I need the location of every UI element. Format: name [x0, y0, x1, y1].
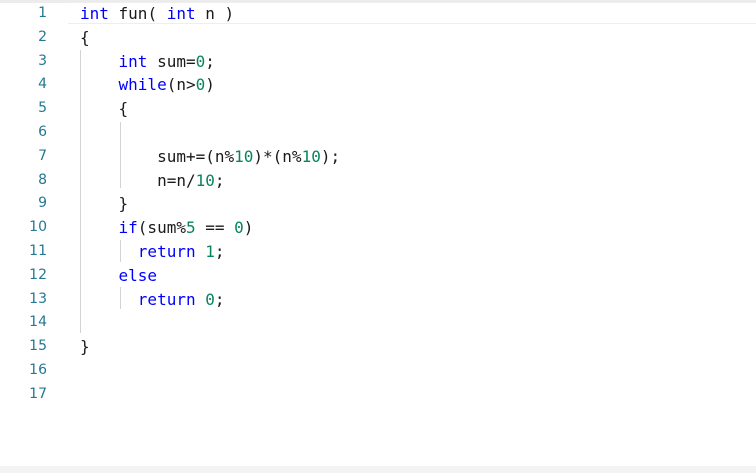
code-line[interactable]: int sum=0; — [80, 50, 340, 74]
code-token: } — [80, 194, 129, 214]
line-number: 17 — [29, 385, 47, 402]
keyword-token: int — [80, 4, 109, 23]
code-line[interactable]: return 0; — [80, 288, 340, 312]
code-line[interactable]: if(sum%5 == 0) — [80, 216, 340, 240]
code-line[interactable]: } — [80, 335, 340, 359]
code-token: n ) — [195, 4, 235, 23]
code-token: ); — [320, 146, 341, 166]
code-token: fun( — [108, 4, 167, 23]
code-token: { — [80, 27, 90, 47]
code-line[interactable]: return 1; — [80, 240, 340, 264]
line-number-gutter: 1 2 3 4 5 6 7 8 9 10 11 12 13 14 15 16 17 — [0, 2, 60, 407]
code-line[interactable] — [80, 121, 340, 145]
line-number: 6 — [38, 123, 47, 140]
number-token: 0 — [195, 51, 206, 71]
number-token: 0 — [195, 75, 206, 95]
line-number: 7 — [38, 147, 47, 164]
code-editor-text-area[interactable]: int fun( int n ){ int sum=0; while(n>0) … — [80, 2, 340, 407]
editor-bottom-border — [0, 466, 756, 473]
line-number: 8 — [38, 171, 47, 188]
code-token: ) — [243, 218, 254, 238]
keyword-token: return — [137, 241, 196, 261]
number-token: 10 — [195, 170, 215, 190]
code-token: (sum% — [137, 218, 186, 238]
code-token: { — [80, 99, 129, 119]
code-token: } — [80, 337, 90, 357]
code-token: sum= — [147, 51, 196, 71]
line-number: 10 — [29, 219, 47, 236]
code-line[interactable] — [80, 311, 340, 335]
code-line[interactable]: n=n/10; — [80, 169, 340, 193]
keyword-token: if — [118, 218, 138, 238]
keyword-token: return — [137, 289, 196, 309]
number-token: 10 — [234, 146, 254, 166]
code-token: n=n/ — [80, 170, 196, 190]
line-number: 2 — [38, 28, 47, 45]
code-token: == — [195, 218, 235, 238]
code-line[interactable]: { — [80, 26, 340, 50]
line-number: 12 — [29, 266, 47, 283]
line-number: 13 — [29, 290, 47, 307]
code-token: ) — [205, 75, 215, 95]
line-number: 5 — [38, 100, 47, 117]
line-number: 9 — [38, 195, 47, 212]
line-number: 3 — [38, 52, 47, 69]
code-line[interactable]: while(n>0) — [80, 73, 340, 97]
number-token: 1 — [205, 241, 215, 261]
code-line[interactable]: int fun( int n ) — [80, 2, 340, 26]
line-number: 1 — [38, 5, 47, 21]
number-token: 0 — [205, 289, 215, 309]
line-number: 15 — [29, 338, 47, 355]
line-number: 16 — [29, 361, 47, 378]
code-line[interactable]: } — [80, 192, 340, 216]
code-token: ; — [205, 51, 215, 71]
number-token: 10 — [301, 146, 321, 166]
code-line[interactable] — [80, 359, 340, 383]
keyword-token: while — [118, 75, 167, 95]
code-line[interactable]: else — [80, 264, 340, 288]
line-number: 11 — [29, 242, 47, 259]
number-token: 5 — [185, 218, 196, 238]
number-token: 0 — [234, 218, 244, 238]
code-token: ; — [214, 241, 225, 261]
code-line[interactable]: { — [80, 97, 340, 121]
keyword-token: int — [118, 51, 148, 71]
line-number: 14 — [29, 314, 47, 331]
code-token: (n> — [166, 75, 196, 95]
code-token: )*(n% — [253, 146, 302, 166]
code-token: ; — [214, 289, 225, 309]
code-token: ; — [214, 170, 225, 190]
keyword-token: else — [118, 265, 158, 285]
code-token: sum+=(n% — [80, 146, 235, 166]
keyword-token: int — [166, 4, 196, 23]
line-number: 4 — [38, 76, 47, 93]
code-line[interactable] — [80, 383, 340, 407]
code-line[interactable]: sum+=(n%10)*(n%10); — [80, 145, 340, 169]
